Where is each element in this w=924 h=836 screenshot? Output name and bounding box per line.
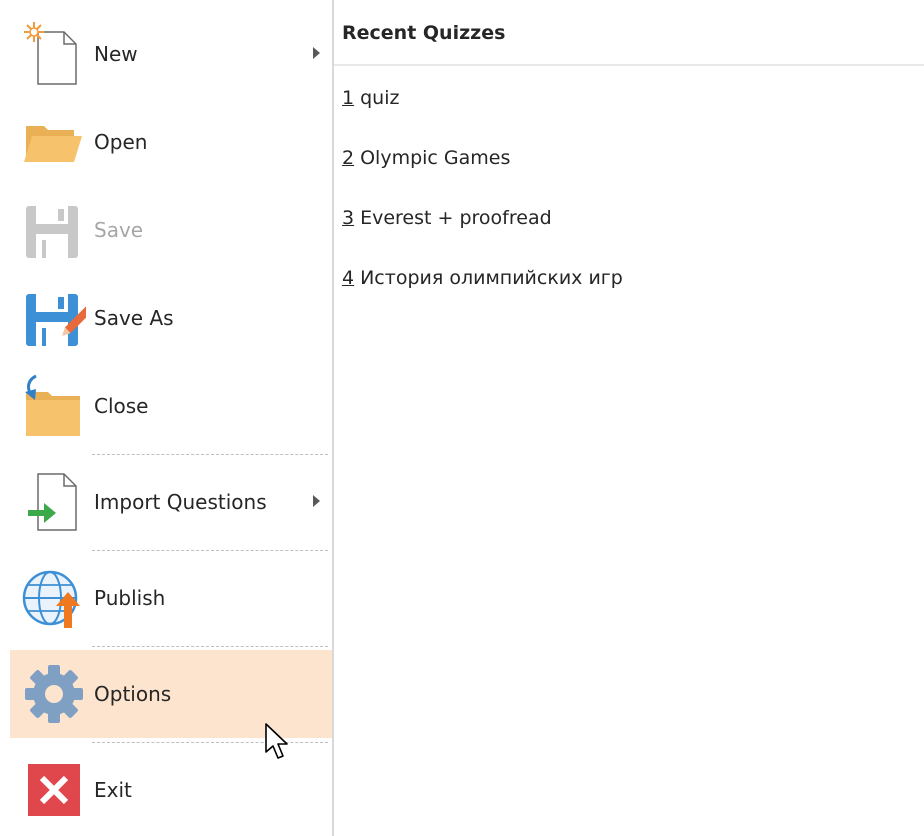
backstage-file-menu: New Open Save Save As Close Import Quest…: [0, 0, 924, 836]
save-as-icon: [22, 286, 86, 350]
recent-item-name: Olympic Games: [360, 147, 511, 169]
import-questions-icon: [22, 470, 86, 534]
publish-globe-icon: [22, 566, 86, 630]
menu-item-save-as[interactable]: Save As: [10, 274, 332, 362]
recent-item[interactable]: 2 Olympic Games: [342, 138, 510, 178]
submenu-arrow-icon: [313, 495, 320, 507]
menu-item-new[interactable]: New: [10, 10, 332, 98]
recent-item-number: 3: [342, 207, 355, 229]
recent-item-number: 2: [342, 147, 355, 169]
menu-label-exit: Exit: [94, 778, 132, 802]
menu-item-import-questions[interactable]: Import Questions: [10, 458, 332, 546]
recent-item-number: 1: [342, 87, 355, 109]
new-document-icon: [22, 22, 86, 86]
close-folder-icon: [22, 374, 86, 438]
menu-label-import-questions: Import Questions: [94, 490, 267, 514]
save-disk-icon: [22, 198, 86, 262]
menu-separator: [92, 742, 328, 743]
menu-separator: [92, 454, 328, 455]
menu-label-save-as: Save As: [94, 306, 174, 330]
menu-item-save[interactable]: Save: [10, 186, 332, 274]
exit-x-icon: [22, 758, 86, 822]
recent-item-name: Everest + proofread: [360, 207, 552, 229]
file-menu-pane: New Open Save Save As Close Import Quest…: [0, 0, 334, 836]
recent-item-name: quiz: [360, 87, 400, 109]
menu-separator: [92, 646, 328, 647]
recent-quizzes-title: Recent Quizzes: [342, 22, 506, 44]
recent-quizzes-pane: Recent Quizzes 1 quiz 2 Olympic Games 3 Eve…: [334, 0, 924, 836]
menu-item-close[interactable]: Close: [10, 362, 332, 450]
menu-item-open[interactable]: Open: [10, 98, 332, 186]
recent-divider: [334, 64, 924, 66]
menu-separator: [92, 550, 328, 551]
menu-label-close: Close: [94, 394, 149, 418]
menu-label-options: Options: [94, 682, 172, 706]
recent-item-name: История олимпийских игр: [360, 267, 623, 289]
submenu-arrow-icon: [313, 47, 320, 59]
gear-icon: [22, 662, 86, 726]
menu-label-open: Open: [94, 130, 148, 154]
menu-label-new: New: [94, 42, 138, 66]
menu-label-publish: Publish: [94, 586, 166, 610]
mouse-cursor-icon: [264, 722, 292, 762]
recent-item[interactable]: 1 quiz: [342, 78, 399, 118]
open-folder-icon: [22, 110, 86, 174]
menu-item-publish[interactable]: Publish: [10, 554, 332, 642]
recent-item[interactable]: 3 Everest + proofread: [342, 198, 552, 238]
recent-item-number: 4: [342, 267, 355, 289]
menu-label-save: Save: [94, 218, 144, 242]
recent-item[interactable]: 4 История олимпийских игр: [342, 258, 623, 298]
